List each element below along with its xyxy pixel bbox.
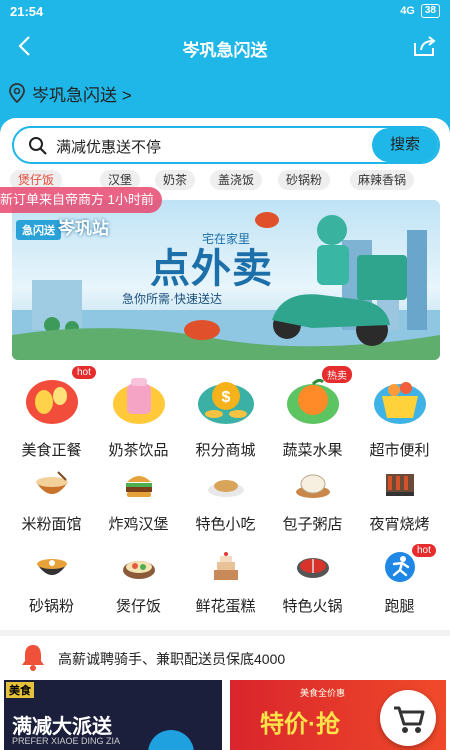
status-time: 21:54 <box>10 4 44 19</box>
category-label: 特色火锅 <box>282 598 343 615</box>
category-dangao[interactable]: 鲜花蛋糕 <box>182 550 269 616</box>
category-label: 美食正餐 <box>21 442 82 459</box>
category-label: 炸鸡汉堡 <box>108 516 169 533</box>
category-label: 跑腿 <box>384 598 415 615</box>
category-zhaji[interactable]: 炸鸡汉堡 <box>95 468 182 534</box>
battery-icon: 38 <box>420 4 440 18</box>
category-grid: 美食正餐 奶茶饮品 $ 积分商城 蔬菜水果 超市便利 米粉面馆 炸鸡汉堡 特色小… <box>8 366 443 622</box>
promo-title: 满减大派送 <box>12 716 112 738</box>
burger-fries-icon <box>25 380 78 424</box>
category-huoguo[interactable]: 特色火锅 <box>269 550 356 616</box>
share-icon[interactable] <box>412 34 438 58</box>
order-ticker: 新订单来自帝商方 1小时前 <box>0 187 162 213</box>
category-meishi[interactable]: 美食正餐 <box>8 372 95 460</box>
search-icon <box>29 137 47 155</box>
category-label: 奶茶饮品 <box>108 442 169 459</box>
hot-badge: hot <box>412 544 436 557</box>
location-label: 岑巩急闪送 > <box>32 85 132 105</box>
promo-tag: 美食全价惠 <box>300 688 346 698</box>
category-label: 超市便利 <box>369 442 430 459</box>
tag-item[interactable]: 砂锅粉 <box>278 170 331 190</box>
hot-badge: hot <box>72 366 96 379</box>
clay-pot-icon <box>36 559 67 575</box>
cake-icon <box>213 552 238 580</box>
hot-badge: 热卖 <box>322 366 352 383</box>
search-input[interactable]: 满减优惠送不停 <box>56 136 161 157</box>
nav-bar: 岑巩急闪送 <box>0 28 450 68</box>
bell-icon <box>22 645 44 671</box>
category-paotui[interactable]: 跑腿 <box>356 550 443 616</box>
category-chaoshi[interactable]: 超市便利 <box>356 372 443 460</box>
category-shuiguo[interactable]: 蔬菜水果 <box>269 372 356 460</box>
steamed-bun-icon <box>295 474 330 498</box>
category-baozi[interactable]: 包子粥店 <box>269 468 356 534</box>
noodle-bowl-icon <box>35 471 68 494</box>
banner-headline: 点外卖 <box>150 247 273 291</box>
category-label: 积分商城 <box>195 442 256 459</box>
category-label: 煲仔饭 <box>115 598 161 615</box>
svg-text:$: $ <box>221 389 230 406</box>
category-jifen[interactable]: $ 积分商城 <box>182 372 269 460</box>
cart-button[interactable] <box>380 690 436 746</box>
category-label: 夜宵烧烤 <box>369 516 430 533</box>
category-baozaifan[interactable]: 煲仔饭 <box>95 550 182 616</box>
tag-item[interactable]: 奶茶 <box>155 170 196 190</box>
dumpling-plate-icon <box>207 480 244 497</box>
category-shaokao[interactable]: 夜宵烧烤 <box>356 468 443 534</box>
category-label: 特色小吃 <box>195 516 256 533</box>
promo-sub: PREFER XIAOE DING ZIA <box>12 736 121 746</box>
search-bar[interactable]: 满减优惠送不停 搜索 <box>12 126 440 164</box>
category-naicha[interactable]: 奶茶饮品 <box>95 372 182 460</box>
location-pin-icon <box>9 83 25 103</box>
category-label: 蔬菜水果 <box>282 442 343 459</box>
search-button[interactable]: 搜索 <box>372 128 438 162</box>
page-title: 岑巩急闪送 <box>182 41 268 60</box>
promo-tag: 美食 <box>6 682 34 698</box>
category-shaguofen[interactable]: 砂锅粉 <box>8 550 95 616</box>
signal-text: 4G <box>400 5 415 17</box>
milk-tea-icon <box>112 378 165 424</box>
category-label: 砂锅粉 <box>28 598 74 615</box>
status-bar: 21:54 4G 38 <box>0 0 450 24</box>
notice-bar[interactable]: 高薪诚聘骑手、兼职配送员保底4000 <box>0 630 450 674</box>
tag-item[interactable]: 麻辣香锅 <box>350 170 415 190</box>
banner-badge: 急闪送 <box>16 220 61 240</box>
category-xiaochi[interactable]: 特色小吃 <box>182 468 269 534</box>
barbecue-skewer-icon <box>385 474 414 496</box>
banner-slogan: 急你所需·快速送达 <box>122 292 222 306</box>
hotpot-icon <box>296 558 329 578</box>
promo-title: 特价·抢 <box>260 711 340 738</box>
category-label: 鲜花蛋糕 <box>195 598 256 615</box>
shopping-basket-icon <box>373 382 426 424</box>
coins-icon: $ <box>197 382 254 424</box>
category-mifen[interactable]: 米粉面馆 <box>8 468 95 534</box>
banner-site: 岑巩站 <box>58 219 109 238</box>
promo-banner[interactable]: 急闪送 岑巩站 宅在家里 点外卖 急你所需·快速送达 <box>12 200 440 360</box>
tag-item[interactable]: 盖浇饭 <box>210 170 263 190</box>
notice-text: 高薪诚聘骑手、兼职配送员保底4000 <box>58 651 286 667</box>
hamburger-icon <box>125 476 152 497</box>
rice-bowl-icon <box>122 561 155 579</box>
status-icons: 4G 38 <box>400 4 440 18</box>
location-selector[interactable]: 岑巩急闪送 > <box>8 80 132 106</box>
category-label: 米粉面馆 <box>21 516 82 533</box>
category-label: 包子粥店 <box>282 516 343 533</box>
shopping-cart-icon <box>394 706 425 733</box>
